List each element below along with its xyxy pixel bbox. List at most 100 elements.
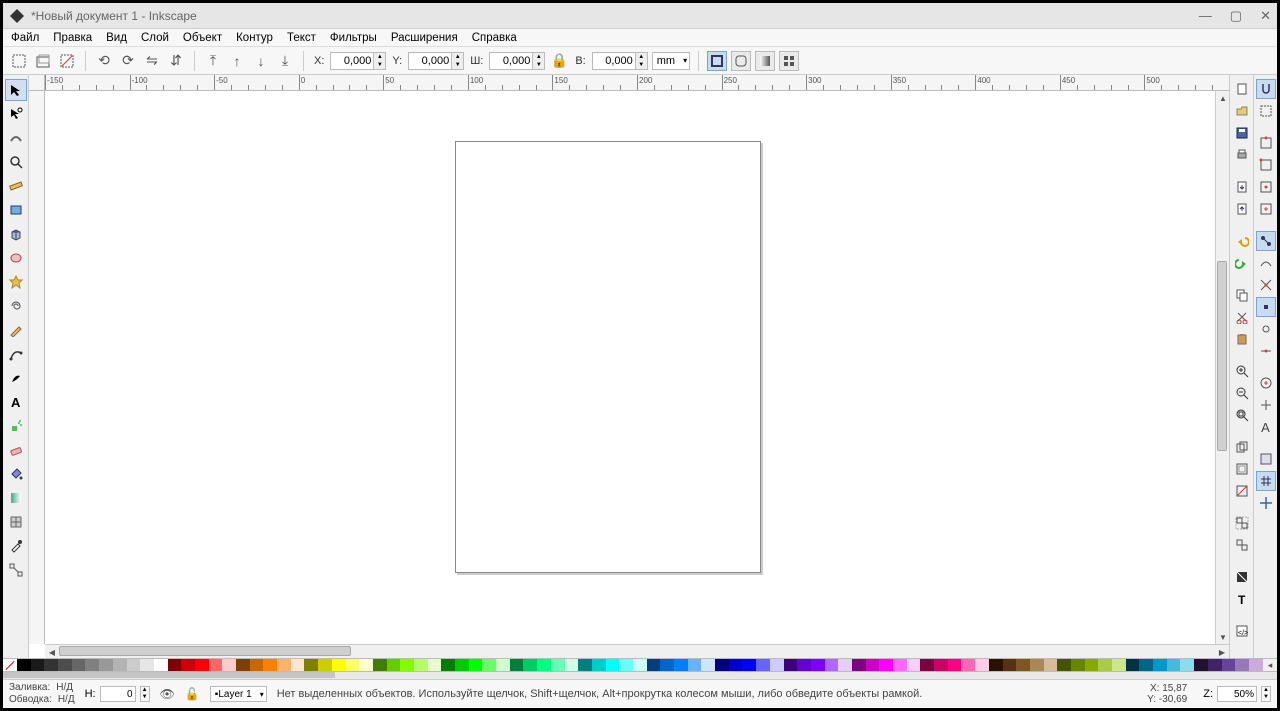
color-swatch[interactable] <box>1016 659 1030 671</box>
affect-corners-toggle[interactable] <box>731 51 751 71</box>
close-button[interactable]: ✕ <box>1260 8 1271 24</box>
color-swatch[interactable] <box>1235 659 1249 671</box>
measure-tool-icon[interactable] <box>5 175 27 197</box>
snap-intersect-icon[interactable] <box>1256 275 1276 295</box>
color-swatch[interactable] <box>934 659 948 671</box>
color-swatch[interactable] <box>113 659 127 671</box>
color-swatch[interactable] <box>975 659 989 671</box>
paintbucket-tool-icon[interactable] <box>5 463 27 485</box>
color-swatch[interactable] <box>1208 659 1222 671</box>
x-input[interactable]: ▲▼ <box>330 52 386 70</box>
color-swatch[interactable] <box>606 659 620 671</box>
text-dialog-icon[interactable]: T <box>1232 589 1252 609</box>
undo-icon[interactable] <box>1232 231 1252 251</box>
ruler-horizontal[interactable]: -150-100-5005010015020025030035040045050… <box>45 75 1229 91</box>
eraser-tool-icon[interactable] <box>5 439 27 461</box>
color-swatch[interactable] <box>263 659 277 671</box>
color-swatch[interactable] <box>236 659 250 671</box>
color-swatch[interactable] <box>291 659 305 671</box>
deselect-icon[interactable] <box>57 51 77 71</box>
spray-tool-icon[interactable] <box>5 415 27 437</box>
canvas[interactable]: ▲ ▼ <box>45 91 1229 644</box>
copy-icon[interactable] <box>1232 285 1252 305</box>
palette-scrollbar[interactable] <box>3 672 1277 680</box>
color-swatch[interactable] <box>99 659 113 671</box>
color-swatch[interactable] <box>838 659 852 671</box>
menu-help[interactable]: Справка <box>472 32 517 44</box>
color-swatch[interactable] <box>346 659 360 671</box>
pencil-tool-icon[interactable] <box>5 319 27 341</box>
snap-node-cusp-icon[interactable] <box>1256 297 1276 317</box>
color-swatch[interactable] <box>154 659 168 671</box>
scrollbar-vertical[interactable]: ▲ ▼ <box>1215 91 1229 644</box>
text-tool-icon[interactable]: A <box>5 391 27 413</box>
ellipse-tool-icon[interactable] <box>5 247 27 269</box>
zoom-in-icon[interactable] <box>1232 361 1252 381</box>
color-swatch[interactable] <box>756 659 770 671</box>
color-swatch[interactable] <box>989 659 1003 671</box>
lower-icon[interactable]: ↓ <box>251 51 271 71</box>
snap-grid-icon[interactable] <box>1256 471 1276 491</box>
color-swatch[interactable] <box>31 659 45 671</box>
color-swatch[interactable] <box>1044 659 1058 671</box>
snap-text-baseline-icon[interactable]: A <box>1256 417 1276 437</box>
color-swatch[interactable] <box>1098 659 1112 671</box>
redo-icon[interactable] <box>1232 253 1252 273</box>
color-swatch[interactable] <box>400 659 414 671</box>
menu-object[interactable]: Объект <box>183 32 222 44</box>
tweak-tool-icon[interactable] <box>5 127 27 149</box>
print-doc-icon[interactable] <box>1232 145 1252 165</box>
color-swatch[interactable] <box>633 659 647 671</box>
color-swatch[interactable] <box>1126 659 1140 671</box>
scroll-thumb-h[interactable] <box>59 646 351 656</box>
snap-bbox-center-icon[interactable] <box>1256 199 1276 219</box>
flip-v-icon[interactable]: ⇵ <box>166 51 186 71</box>
color-swatch[interactable] <box>715 659 729 671</box>
scroll-right-icon[interactable]: ▶ <box>1215 645 1229 658</box>
dropper-tool-icon[interactable] <box>5 535 27 557</box>
lower-bottom-icon[interactable]: ⤓ <box>275 51 295 71</box>
maximize-button[interactable]: ▢ <box>1230 8 1242 24</box>
stroke-width-spinner[interactable]: Н: ▲▼ <box>85 686 150 702</box>
color-swatch[interactable] <box>277 659 291 671</box>
color-swatch[interactable] <box>1167 659 1181 671</box>
color-swatch[interactable] <box>1030 659 1044 671</box>
menu-file[interactable]: Файл <box>11 32 39 44</box>
clone-icon[interactable] <box>1232 459 1252 479</box>
color-swatch[interactable] <box>893 659 907 671</box>
color-swatch[interactable] <box>619 659 633 671</box>
fill-stroke-icon[interactable] <box>1232 567 1252 587</box>
color-swatch[interactable] <box>1180 659 1194 671</box>
affect-gradient-toggle[interactable] <box>755 51 775 71</box>
color-swatch[interactable] <box>565 659 579 671</box>
scroll-up-icon[interactable]: ▲ <box>1216 91 1229 105</box>
fill-stroke-indicator[interactable]: Заливка:Н/Д Обводка:Н/Д <box>9 682 75 706</box>
color-swatch[interactable] <box>195 659 209 671</box>
color-swatch[interactable] <box>948 659 962 671</box>
color-swatch[interactable] <box>1003 659 1017 671</box>
cut-icon[interactable] <box>1232 307 1252 327</box>
zoom-tool-icon[interactable] <box>5 151 27 173</box>
snap-enable-icon[interactable] <box>1256 79 1276 99</box>
color-swatch[interactable] <box>1153 659 1167 671</box>
menu-view[interactable]: Вид <box>106 32 127 44</box>
zoom-out-icon[interactable] <box>1232 383 1252 403</box>
color-swatch[interactable] <box>1071 659 1085 671</box>
no-color-swatch[interactable] <box>3 659 17 671</box>
color-swatch[interactable] <box>181 659 195 671</box>
color-swatch[interactable] <box>469 659 483 671</box>
box3d-tool-icon[interactable] <box>5 223 27 245</box>
color-swatch[interactable] <box>701 659 715 671</box>
color-swatch[interactable] <box>428 659 442 671</box>
stroke-width-input[interactable] <box>100 686 136 702</box>
bezier-tool-icon[interactable] <box>5 343 27 365</box>
menu-path[interactable]: Контур <box>236 32 273 44</box>
menu-edit[interactable]: Правка <box>53 32 92 44</box>
w-input[interactable]: ▲▼ <box>489 52 545 70</box>
snap-page-border-icon[interactable] <box>1256 449 1276 469</box>
color-swatch[interactable] <box>1057 659 1071 671</box>
select-all-icon[interactable] <box>9 51 29 71</box>
menu-filters[interactable]: Фильтры <box>330 32 377 44</box>
zoom-input[interactable] <box>1217 686 1257 702</box>
color-swatch[interactable] <box>920 659 934 671</box>
